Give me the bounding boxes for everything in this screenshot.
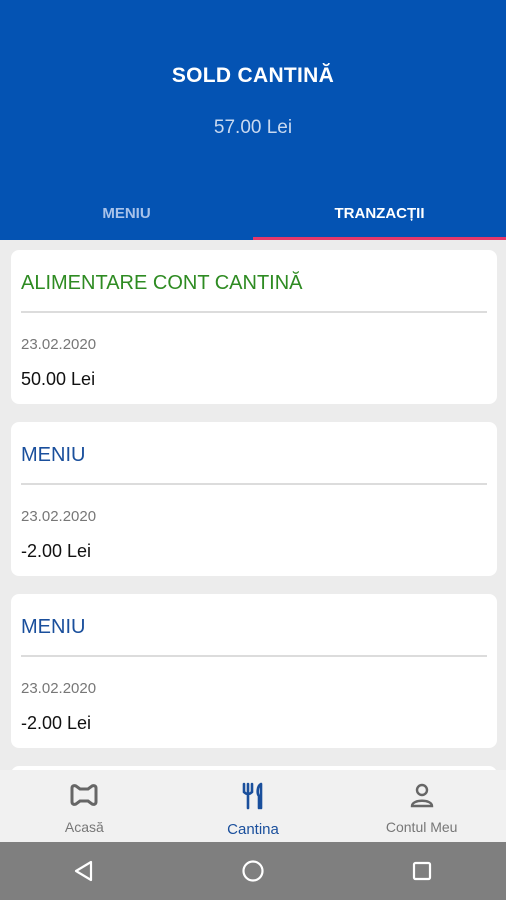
transaction-title: MENIU xyxy=(21,616,86,638)
back-icon[interactable] xyxy=(54,842,114,900)
tab-meniu[interactable]: MENIU xyxy=(0,186,253,240)
transaction-card[interactable]: MENIU 23.02.2020 -2.00 Lei xyxy=(11,422,497,576)
card-divider xyxy=(21,311,487,313)
balance-value: 57.00 Lei xyxy=(213,117,293,138)
transaction-card[interactable]: ALIMENTARE CONT CANTINĂ 23.02.2020 50.00… xyxy=(11,250,497,404)
transaction-date: 23.02.2020 xyxy=(21,336,97,353)
tab-tranzactii-label: TRANZACȚII xyxy=(334,204,425,222)
app-header: SOLD CANTINĂ 57.00 Lei MENIU TRANZACȚII xyxy=(0,0,506,240)
transaction-date: 23.02.2020 xyxy=(21,508,97,525)
transaction-amount: -2.00 Lei xyxy=(21,713,92,733)
tab-bar: MENIU TRANZACȚII xyxy=(0,186,506,240)
home-icon xyxy=(68,782,100,813)
fork-knife-icon xyxy=(239,782,267,815)
transaction-amount: -2.00 Lei xyxy=(21,541,92,561)
nav-contul-meu-label: Contul Meu xyxy=(385,819,458,835)
bottom-navigation: Acasă Cantina Contul Meu xyxy=(0,770,506,842)
system-navigation-bar xyxy=(0,842,506,900)
tab-tranzactii[interactable]: TRANZACȚII xyxy=(253,186,506,240)
transaction-date: 23.02.2020 xyxy=(21,680,97,697)
transaction-title: MENIU xyxy=(21,444,86,466)
person-icon xyxy=(409,782,435,813)
card-divider xyxy=(21,655,487,657)
nav-contul-meu[interactable]: Contul Meu xyxy=(337,770,506,842)
nav-cantina-label: Cantina xyxy=(227,821,279,838)
page-title: SOLD CANTINĂ xyxy=(171,64,335,87)
nav-cantina[interactable]: Cantina xyxy=(169,770,338,842)
card-divider xyxy=(21,483,487,485)
nav-acasa-label: Acasă xyxy=(64,819,104,835)
tab-meniu-label: MENIU xyxy=(102,204,151,222)
home-circle-icon[interactable] xyxy=(223,842,283,900)
transaction-amount: 50.00 Lei xyxy=(21,369,96,389)
nav-acasa[interactable]: Acasă xyxy=(0,770,169,842)
transaction-card[interactable]: MENIU 23.02.2020 -2.00 Lei xyxy=(11,594,497,748)
transaction-title: ALIMENTARE CONT CANTINĂ xyxy=(21,272,303,294)
transactions-list[interactable]: ALIMENTARE CONT CANTINĂ 23.02.2020 50.00… xyxy=(0,240,506,770)
recents-icon[interactable] xyxy=(392,842,452,900)
